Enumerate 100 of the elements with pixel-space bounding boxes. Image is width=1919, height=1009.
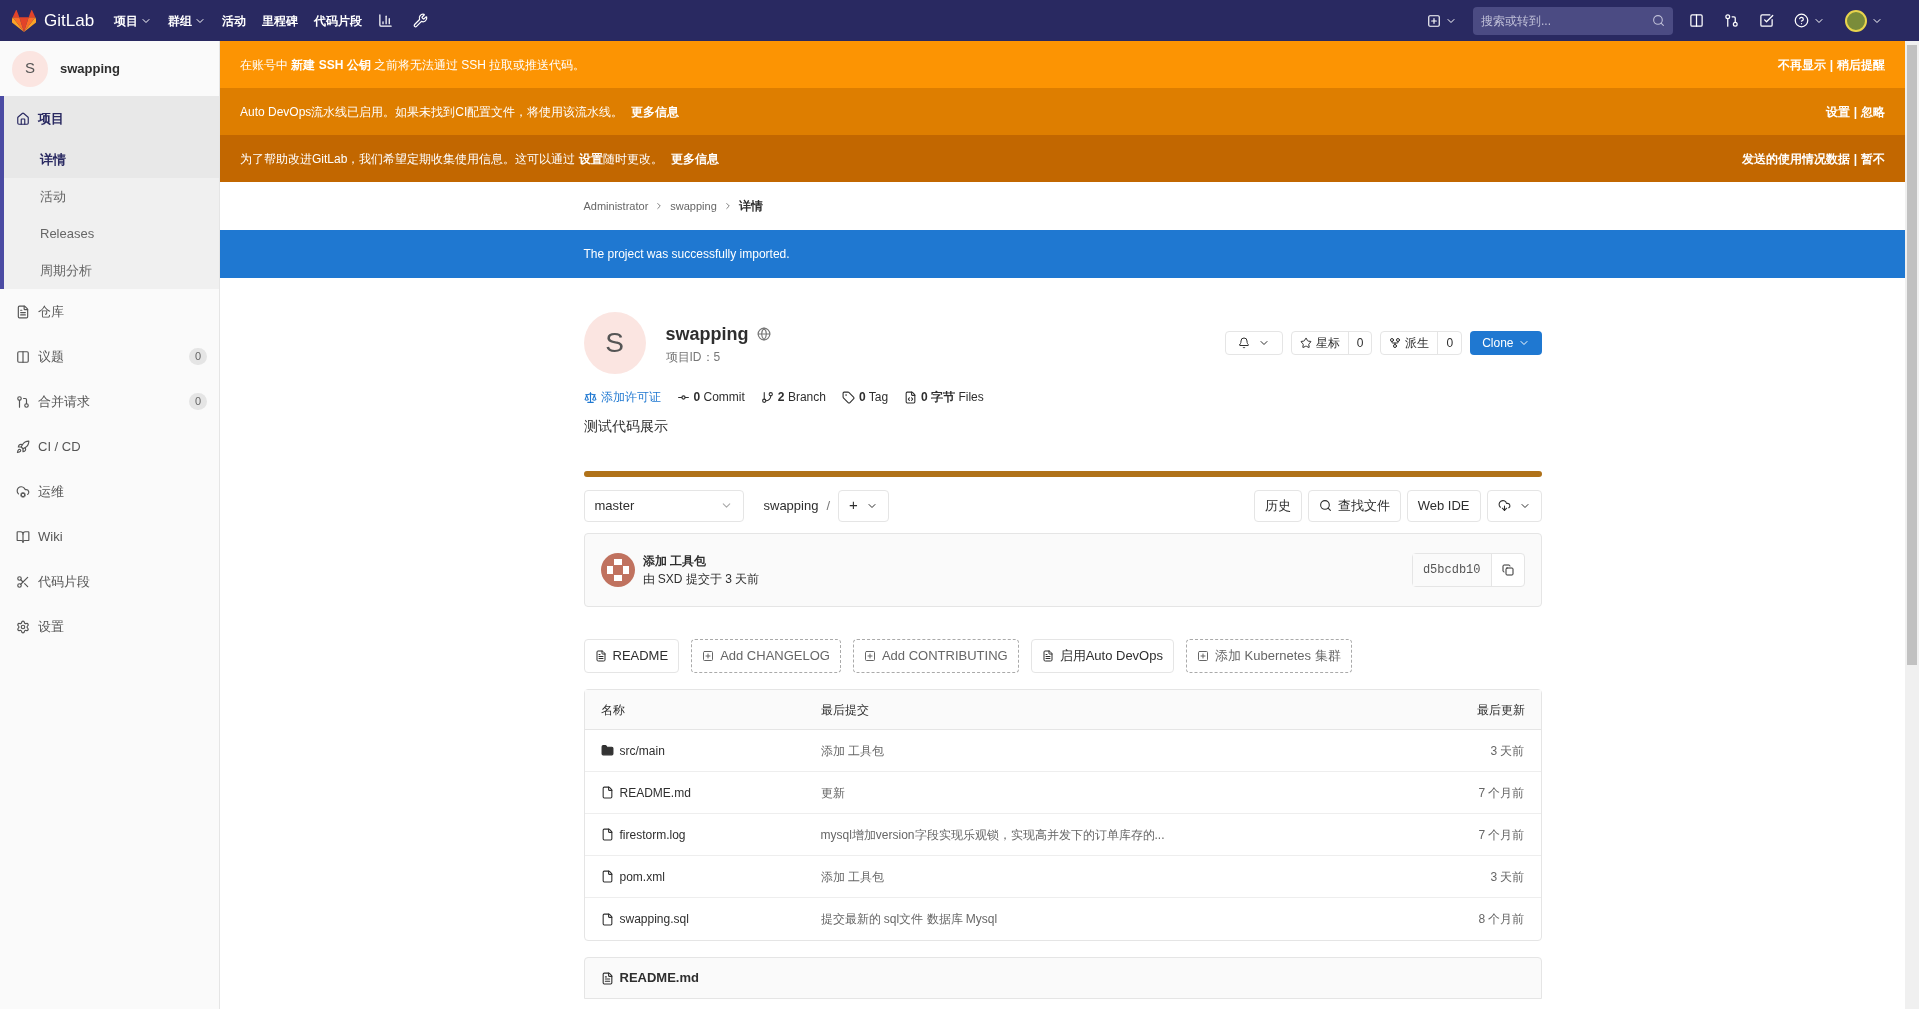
updated-time: 7 个月前 [1477,826,1525,844]
chart-icon[interactable] [378,13,394,28]
merge-request-icon[interactable] [1724,13,1739,28]
stat-link[interactable]: 0 字节 Files [904,388,984,406]
quick-action-button[interactable]: README [583,639,680,673]
star-button[interactable]: 星标 [1291,332,1348,354]
file-name-link[interactable]: README.md [600,783,821,802]
more-info-link[interactable]: 更多信息 [670,149,719,168]
add-dropdown-button[interactable]: + [838,489,889,522]
sidebar-item[interactable]: 代码片段 [0,559,219,604]
sidebar-subitem[interactable]: 活动 [4,178,219,215]
separator: | [1829,56,1833,74]
updated-time: 3 天前 [1489,742,1525,760]
search-icon [1652,14,1665,27]
commit-message-link[interactable]: mysql增加version字段实现乐观锁，实现高并发下的订单库存的... [820,825,1365,844]
count-badge: 0 [188,393,207,410]
banner-message: 在账号中 新建 SSH 公钥 之前将无法通过 SSH 拉取或推送代码。 [240,56,586,74]
sidebar-item[interactable]: 项目 [4,96,219,141]
updated-time: 8 个月前 [1477,911,1525,928]
banner-action-link[interactable]: 发送的使用情况数据 [1741,149,1850,168]
wrench-icon[interactable] [413,13,429,28]
file-name-link[interactable]: pom.xml [600,867,821,886]
sidebar-item[interactable]: 仓库 [0,289,219,334]
nav-menu-item[interactable]: 代码片段 [314,11,363,30]
commit-message-link[interactable]: 添加 工具包 [820,741,1365,760]
quick-action-button[interactable]: Add CONTRIBUTING [852,639,1019,673]
sidebar-subitem[interactable]: 周期分析 [4,252,219,289]
commit-sha[interactable]: d5bcdb10 [1412,554,1491,586]
cloud-download-icon [1497,499,1511,512]
stat-link[interactable]: 2 Branch [760,388,826,406]
sidebar-item[interactable]: 议题 0 [0,334,219,379]
breadcrumb-link[interactable]: 详情 [738,197,763,215]
fork-icon [1389,337,1402,349]
folder-icon [600,744,614,757]
stat-link[interactable]: 0 Tag [841,388,889,406]
breadcrumb-link[interactable]: swapping [670,197,717,215]
clone-button[interactable]: Clone [1470,331,1542,355]
star-count[interactable]: 0 [1347,332,1372,354]
bell-icon [1237,337,1250,349]
commit-message-link[interactable]: 添加 工具包 [820,867,1365,886]
banner-action-link[interactable]: 暂不 [1861,149,1885,168]
sidebar-item[interactable]: CI / CD [0,424,219,469]
sidebar-item[interactable]: 合并请求 0 [0,379,219,424]
plus-square-icon [1196,650,1209,662]
search-icon [1318,499,1332,512]
document-icon [1041,650,1054,662]
quick-action-button[interactable]: 启用Auto DevOps [1030,639,1174,673]
branch-select[interactable]: master [583,489,744,522]
gitlab-wordmark[interactable]: GitLab [44,7,95,34]
branch-icon [760,390,774,404]
scrollbar[interactable] [1905,41,1919,1009]
commit-title[interactable]: 添加 工具包 [642,552,760,570]
stat-link[interactable]: 0 Commit [676,388,745,406]
nav-menu-item[interactable]: 群组 [168,11,207,30]
file-name-link[interactable]: firestorm.log [600,825,821,844]
sidebar-subitem[interactable]: Releases [4,215,219,252]
settings-icon [16,619,30,634]
quick-action-button[interactable]: Add CHANGELOG [691,639,841,673]
download-dropdown-button[interactable] [1486,489,1542,522]
fox-logo-icon[interactable] [12,9,36,32]
user-dropdown-button[interactable] [1845,9,1883,32]
file-name-link[interactable]: src/main [600,741,821,760]
project-name[interactable]: swapping [60,58,120,79]
fork-button[interactable]: 派生 [1381,332,1438,354]
new-dropdown-button[interactable] [1427,13,1457,28]
commit-meta: 由 SXD 提交于 3 天前 [642,571,760,588]
help-dropdown-button[interactable] [1794,13,1825,28]
repo-action-button[interactable]: 历史 [1253,489,1302,522]
fork-count[interactable]: 0 [1437,332,1462,354]
plus-square-icon [1427,13,1441,28]
issues-icon[interactable] [1689,13,1704,28]
star-icon [1299,337,1312,349]
todo-icon[interactable] [1759,13,1774,28]
breadcrumb-link[interactable]: Administrator [583,197,649,215]
repo-action-button[interactable]: 查找文件 [1307,489,1401,522]
commit-message-link[interactable]: 更新 [820,783,1365,802]
notification-dropdown-button[interactable] [1224,331,1283,355]
repo-action-button[interactable]: Web IDE [1406,489,1481,522]
stat-link[interactable]: 添加许可证 [583,388,661,406]
sidebar-item[interactable]: 运维 [0,469,219,514]
updated-time: 3 天前 [1489,868,1525,886]
scale-icon [583,390,597,404]
nav-menu-item[interactable]: 活动 [222,11,247,30]
project-avatar: S [12,50,48,87]
sidebar-item[interactable]: 设置 [0,604,219,649]
repo-path-link[interactable]: swapping [763,495,819,516]
search-field[interactable]: 搜索或转到... [1473,6,1673,35]
book-icon [16,529,30,544]
sidebar-item[interactable]: Wiki [0,514,219,559]
file-icon [600,971,614,985]
column-header: 最后提交 [820,701,870,719]
file-name-link[interactable]: swapping.sql [600,910,821,928]
commit-message-link[interactable]: 提交最新的 sql文件 数据库 Mysql [820,910,1365,928]
nav-menu-item[interactable]: 项目 [114,11,153,30]
sidebar-subitem[interactable]: 详情 [4,141,219,178]
file-icon [600,912,614,926]
quick-action-button[interactable]: 添加 Kubernetes 集群 [1185,639,1352,673]
nav-menu-item[interactable]: 里程碑 [262,11,299,30]
banner-message: 为了帮助改进GitLab，我们希望定期收集使用信息。这可以通过 设置随时更改。 [240,150,663,168]
user-avatar [1845,9,1867,32]
